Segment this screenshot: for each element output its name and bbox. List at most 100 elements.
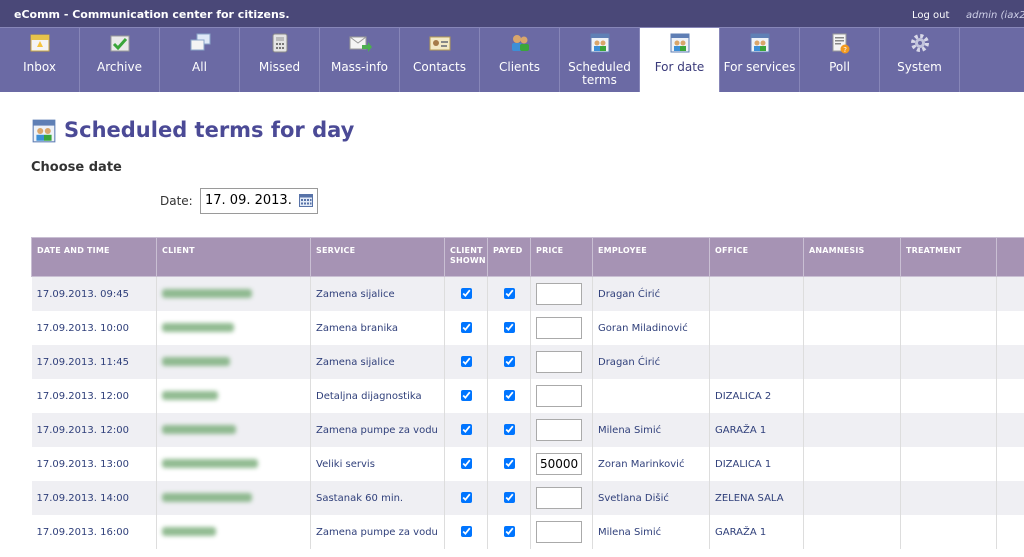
nav-missed[interactable]: Missed (240, 28, 320, 92)
cell-client[interactable] (156, 276, 311, 311)
col-client-shown[interactable]: Client shown (444, 237, 488, 277)
payed-checkbox[interactable] (503, 390, 515, 402)
cell-client-shown (444, 311, 488, 345)
table-row[interactable]: 17.09.2013. 13:00 Veliki servis Zoran Mari… (31, 447, 1024, 481)
mail-forward-icon (349, 36, 372, 52)
payed-checkbox[interactable] (503, 492, 515, 504)
client-shown-checkbox[interactable] (460, 390, 472, 402)
cell-office: ZELENA SALA (709, 481, 804, 515)
client-name-blurred (162, 493, 252, 502)
date-input[interactable] (205, 193, 295, 208)
nav-mass-info[interactable]: Mass-info (320, 28, 400, 92)
table-row[interactable]: 17.09.2013. 12:00 Detaljna dijagnostika DI… (31, 379, 1024, 413)
cell-service: Detaljna dijagnostika (310, 379, 445, 413)
cell-client[interactable] (156, 379, 311, 413)
cell-client[interactable] (156, 413, 311, 447)
col-treatment[interactable]: Treatment (900, 237, 997, 277)
calendar-icon[interactable] (299, 194, 313, 207)
price-input[interactable] (536, 385, 582, 407)
nav-for-services[interactable]: For services (720, 28, 800, 92)
client-shown-checkbox[interactable] (460, 526, 472, 538)
payed-checkbox[interactable] (503, 458, 515, 470)
cell-service: Veliki servis (310, 447, 445, 481)
table-row[interactable]: 17.09.2013. 16:00 Zamena pumpe za vodu Mil… (31, 515, 1024, 549)
nav-inbox[interactable]: Inbox (0, 28, 80, 92)
table-row[interactable]: 17.09.2013. 11:45 Zamena sijalice Dragan Ć… (31, 345, 1024, 379)
nav-archive[interactable]: Archive (80, 28, 160, 92)
client-shown-checkbox[interactable] (460, 458, 472, 470)
cell-datetime: 17.09.2013. 14:00 (31, 481, 157, 515)
client-shown-checkbox[interactable] (460, 356, 472, 368)
cell-client[interactable] (156, 481, 311, 515)
cell-treatment (900, 345, 997, 379)
table-row[interactable]: 17.09.2013. 14:00 Sastanak 60 min. Svetlan… (31, 481, 1024, 515)
cell-price (530, 515, 593, 549)
cell-client[interactable] (156, 345, 311, 379)
payed-checkbox[interactable] (503, 288, 515, 300)
payed-checkbox[interactable] (503, 356, 515, 368)
payed-checkbox[interactable] (503, 526, 515, 538)
date-label: Date: (160, 194, 193, 208)
col-price[interactable]: Price (530, 237, 593, 277)
table-row[interactable]: 17.09.2013. 10:00 Zamena branika Goran Mil… (31, 311, 1024, 345)
nav-mass-info-label: Mass-info (330, 60, 389, 74)
client-name-blurred (162, 527, 216, 536)
col-anamnesis[interactable]: Anamnesis (803, 237, 901, 277)
nav-for-date[interactable]: For date (640, 28, 720, 92)
nav-clients[interactable]: Clients (480, 28, 560, 92)
price-input[interactable] (536, 317, 582, 339)
nav-all[interactable]: All (160, 28, 240, 92)
cell-office: GARAŽA 1 (709, 413, 804, 447)
col-payed[interactable]: Payed (487, 237, 531, 277)
cell-payed (487, 481, 531, 515)
table-header-row: Date and time Client Service Client show… (31, 237, 1024, 277)
client-name-blurred (162, 459, 258, 468)
price-input[interactable] (536, 521, 582, 543)
table-row[interactable]: 17.09.2013. 12:00 Zamena pumpe za vodu Mil… (31, 413, 1024, 447)
cell-employee: Zoran Marinković (592, 447, 710, 481)
nav-system[interactable]: System (880, 28, 960, 92)
col-client[interactable]: Client (156, 237, 311, 277)
table-row[interactable]: 17.09.2013. 09:45 Zamena sijalice Dragan Ć… (31, 276, 1024, 311)
col-extra (996, 237, 1024, 277)
col-service[interactable]: Service (310, 237, 445, 277)
col-office[interactable]: Office (709, 237, 804, 277)
cell-extra (996, 515, 1024, 549)
payed-checkbox[interactable] (503, 424, 515, 436)
cell-client[interactable] (156, 447, 311, 481)
payed-checkbox[interactable] (503, 322, 515, 334)
cell-client-shown (444, 481, 488, 515)
nav-missed-label: Missed (258, 60, 301, 74)
col-employee[interactable]: Employee (592, 237, 710, 277)
nav-scheduled-terms[interactable]: Scheduled terms (560, 28, 640, 92)
cell-office: GARAŽA 1 (709, 515, 804, 549)
client-shown-checkbox[interactable] (460, 322, 472, 334)
cell-payed (487, 413, 531, 447)
cell-service: Zamena pumpe za vodu (310, 413, 445, 447)
page-title: Scheduled terms for day (64, 118, 355, 142)
price-input[interactable] (536, 453, 582, 475)
client-name-blurred (162, 289, 252, 298)
client-name-blurred (162, 391, 218, 400)
cell-client-shown (444, 515, 488, 549)
price-input[interactable] (536, 283, 582, 305)
price-input[interactable] (536, 487, 582, 509)
client-shown-checkbox[interactable] (460, 492, 472, 504)
price-input[interactable] (536, 419, 582, 441)
current-user: admin (iax2/) (966, 10, 1024, 21)
nav-poll[interactable]: ? Poll (800, 28, 880, 92)
cell-datetime: 17.09.2013. 16:00 (31, 515, 157, 549)
nav-contacts[interactable]: Contacts (400, 28, 480, 92)
inbox-icon (30, 34, 50, 52)
cell-client[interactable] (156, 515, 311, 549)
nav-scheduled-terms-label: Scheduled terms (568, 60, 631, 87)
cell-client[interactable] (156, 311, 311, 345)
logout-link[interactable]: Log out (912, 10, 949, 21)
price-input[interactable] (536, 351, 582, 373)
cell-employee: Dragan Ćirić (592, 345, 710, 379)
client-shown-checkbox[interactable] (460, 424, 472, 436)
client-shown-checkbox[interactable] (460, 288, 472, 300)
cell-employee: Goran Miladinović (592, 311, 710, 345)
cell-extra (996, 447, 1024, 481)
col-date-time[interactable]: Date and time (31, 237, 157, 277)
